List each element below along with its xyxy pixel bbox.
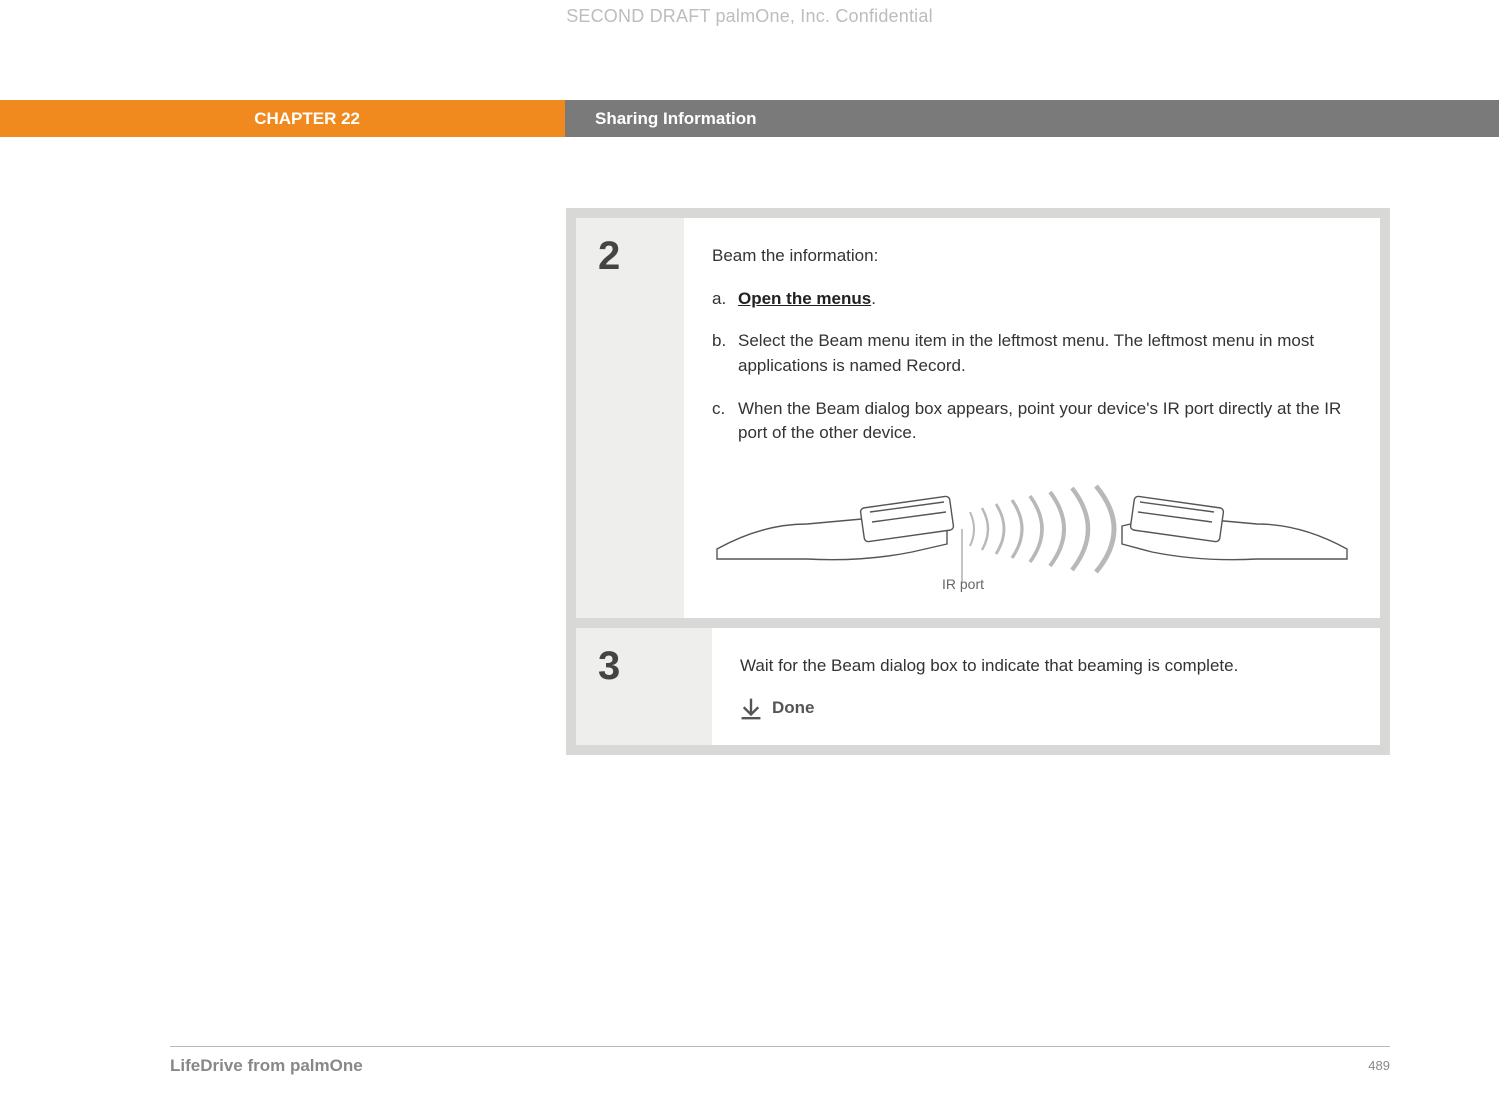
draft-header-text: SECOND DRAFT palmOne, Inc. Confidential bbox=[566, 6, 933, 26]
left-hand-icon bbox=[717, 496, 954, 560]
beam-illustration-svg bbox=[712, 464, 1352, 594]
step-2: 2 Beam the information: a. Open the menu… bbox=[576, 218, 1380, 618]
right-hand-icon bbox=[1122, 496, 1347, 560]
done-label: Done bbox=[772, 696, 815, 721]
chapter-title: Sharing Information bbox=[595, 109, 757, 129]
step-3-text: Wait for the Beam dialog box to indicate… bbox=[740, 654, 1352, 679]
steps-container: 2 Beam the information: a. Open the menu… bbox=[566, 208, 1390, 755]
step-2-c: c. When the Beam dialog box appears, poi… bbox=[712, 397, 1352, 446]
step-2-a-letter: a. bbox=[712, 287, 738, 312]
step-2-body: Beam the information: a. Open the menus.… bbox=[684, 218, 1380, 618]
ir-waves-icon bbox=[970, 486, 1114, 572]
step-2-c-text: When the Beam dialog box appears, point … bbox=[738, 397, 1352, 446]
done-row: Done bbox=[740, 696, 1352, 721]
step-2-intro: Beam the information: bbox=[712, 244, 1352, 269]
step-2-b-letter: b. bbox=[712, 329, 738, 378]
footer-divider bbox=[170, 1046, 1390, 1047]
done-arrow-icon bbox=[740, 698, 762, 720]
step-2-c-letter: c. bbox=[712, 397, 738, 446]
chapter-number-cell: CHAPTER 22 bbox=[0, 100, 565, 137]
ir-port-label: IR port bbox=[942, 574, 984, 594]
chapter-bar: CHAPTER 22 Sharing Information bbox=[0, 100, 1499, 137]
step-2-b-text: Select the Beam menu item in the leftmos… bbox=[738, 329, 1352, 378]
step-3-number: 3 bbox=[598, 646, 712, 686]
step-2-a-text: Open the menus. bbox=[738, 287, 1352, 312]
chapter-number: CHAPTER 22 bbox=[254, 109, 360, 129]
step-3: 3 Wait for the Beam dialog box to indica… bbox=[576, 628, 1380, 745]
draft-header: SECOND DRAFT palmOne, Inc. Confidential bbox=[0, 6, 1499, 27]
step-2-number: 2 bbox=[598, 236, 684, 276]
footer-page-number: 489 bbox=[1368, 1058, 1390, 1073]
beam-illustration: IR port bbox=[712, 464, 1352, 594]
step-2-number-cell: 2 bbox=[576, 218, 684, 618]
step-3-number-cell: 3 bbox=[576, 628, 712, 745]
footer-product: LifeDrive from palmOne bbox=[170, 1056, 363, 1076]
step-2-b: b. Select the Beam menu item in the left… bbox=[712, 329, 1352, 378]
chapter-title-cell: Sharing Information bbox=[565, 100, 1499, 137]
step-2-a-after: . bbox=[871, 289, 876, 308]
step-3-body: Wait for the Beam dialog box to indicate… bbox=[712, 628, 1380, 745]
step-2-a: a. Open the menus. bbox=[712, 287, 1352, 312]
open-menus-link[interactable]: Open the menus bbox=[738, 289, 871, 308]
